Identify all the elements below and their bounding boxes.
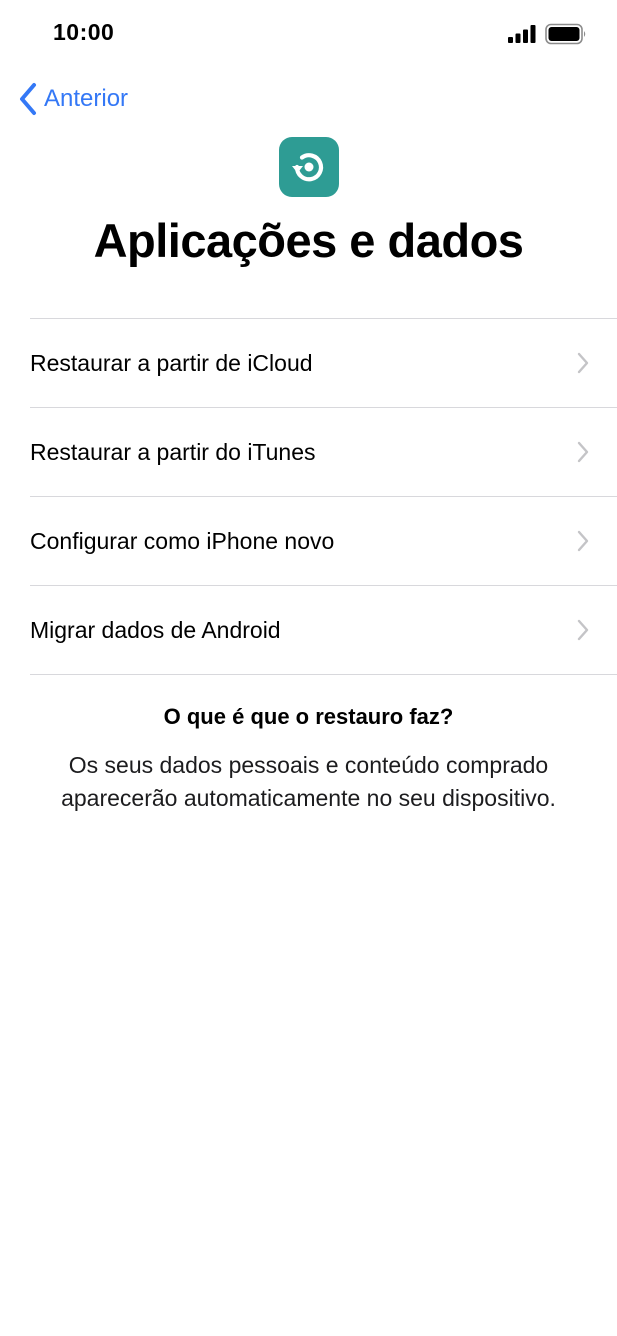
chevron-right-icon — [577, 619, 589, 641]
chevron-right-icon — [577, 530, 589, 552]
info-body-line: Os seus dados pessoais e conteúdo compra… — [68, 752, 549, 778]
option-restore-itunes[interactable]: Restaurar a partir do iTunes — [30, 408, 617, 497]
info-body-line: aparecerão automaticamente no seu dispos… — [61, 785, 556, 811]
back-button[interactable]: Anterior — [18, 81, 128, 117]
back-label: Anterior — [44, 85, 129, 112]
option-migrate-android[interactable]: Migrar dados de Android — [30, 586, 617, 675]
option-label: Configurar como iPhone novo — [30, 527, 335, 554]
cellular-signal-icon — [508, 25, 536, 43]
option-label: Restaurar a partir de iCloud — [30, 349, 313, 376]
chevron-right-icon — [577, 441, 589, 463]
options-list: Restaurar a partir de iCloud Restaurar a… — [30, 318, 617, 675]
page-title: Aplicações e dados — [93, 214, 524, 267]
chevron-left-icon — [20, 83, 36, 115]
option-setup-new-iphone[interactable]: Configurar como iPhone novo — [30, 497, 617, 586]
battery-full-icon — [545, 23, 586, 45]
chevron-right-icon — [577, 352, 589, 374]
restore-arrow-icon — [292, 153, 324, 182]
option-label: Restaurar a partir do iTunes — [30, 438, 316, 465]
info-heading: O que é que o restauro faz? — [163, 704, 454, 729]
option-label: Migrar dados de Android — [30, 616, 281, 643]
restore-icon — [279, 137, 339, 197]
status-bar: 10:00 — [0, 0, 617, 66]
info-body: Os seus dados pessoais e conteúdo compra… — [0, 749, 617, 815]
option-restore-icloud[interactable]: Restaurar a partir de iCloud — [30, 319, 617, 408]
status-time: 10:00 — [53, 19, 115, 45]
